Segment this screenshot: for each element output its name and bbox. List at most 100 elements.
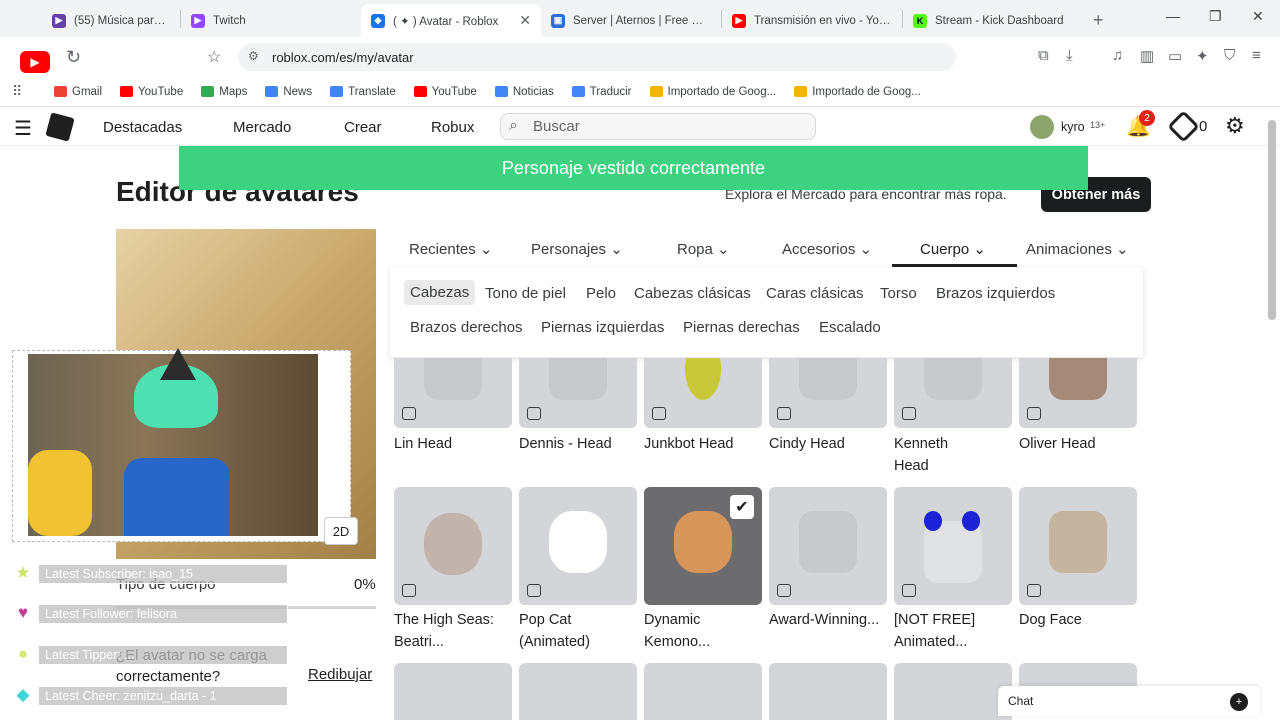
subtab-piernas-derechas[interactable]: Piernas derechas <box>683 319 800 336</box>
item-card[interactable] <box>644 663 762 720</box>
bookmark-item[interactable]: Gmail <box>54 86 102 98</box>
bookmark-item[interactable]: YouTube <box>120 86 183 98</box>
wallet-icon[interactable]: ▭ <box>1168 47 1182 65</box>
item-name[interactable]: Cindy Head <box>769 434 887 456</box>
twitch-icon: ▶ <box>52 13 66 28</box>
bookmark-icon[interactable]: ☆ <box>207 47 221 67</box>
subtab-cabezas-clasicas[interactable]: Cabezas clásicas <box>634 285 751 302</box>
subtab-brazos-izquierdos[interactable]: Brazos izquierdos <box>936 285 1055 302</box>
item-name[interactable]: [NOT FREE] Animated... <box>894 610 1012 653</box>
bookmark-item[interactable]: YouTube <box>413 86 477 98</box>
item-card[interactable] <box>1019 487 1137 605</box>
browser-tab-active[interactable]: ◆ ( ✦ ) Avatar - Roblox ✕ <box>361 4 541 37</box>
browser-tab[interactable]: ▶ Twitch <box>181 4 361 37</box>
robux-icon[interactable] <box>1167 110 1200 143</box>
vpn-icon[interactable]: ⛉ <box>1224 47 1235 64</box>
item-name[interactable]: Kenneth Head <box>894 434 974 477</box>
item-card-selected[interactable]: ✔ <box>644 487 762 605</box>
minimize-icon[interactable]: — <box>1166 8 1180 24</box>
item-name[interactable]: The High Seas: Beatri... <box>394 610 512 653</box>
bookmark-folder[interactable]: Importado de Goog... <box>649 86 776 98</box>
subtab-brazos-derechos[interactable]: Brazos derechos <box>410 319 523 336</box>
item-card[interactable] <box>1019 663 1137 686</box>
item-card[interactable] <box>769 487 887 605</box>
extensions-icon[interactable]: ⧉ <box>1038 47 1049 64</box>
bookmark-item[interactable]: Noticias <box>494 86 554 98</box>
page-scrollbar[interactable] <box>1268 120 1276 320</box>
latest-follower-label: Latest Follower: felisora <box>38 604 288 624</box>
browser-tab[interactable]: ▶ Transmisión en vivo - YouT... <box>722 4 902 37</box>
menu-icon[interactable]: ≡ <box>1252 47 1261 64</box>
avatar[interactable] <box>1030 115 1054 139</box>
apps-grid-icon[interactable]: ⠿ <box>12 83 22 100</box>
subtab-piernas-izquierdas[interactable]: Piernas izquierdas <box>541 319 664 336</box>
chat-expand-icon[interactable]: + <box>1230 693 1248 711</box>
username[interactable]: kyro <box>1061 120 1085 134</box>
chat-widget[interactable]: Chat + <box>998 686 1260 716</box>
music-icon[interactable]: ♫ <box>1112 47 1123 64</box>
subtab-escalado[interactable]: Escalado <box>819 319 881 336</box>
bookmark-item[interactable]: Maps <box>201 86 247 98</box>
item-card[interactable] <box>644 358 762 428</box>
leo-ai-icon[interactable]: ✦ <box>1196 47 1209 65</box>
item-card[interactable] <box>394 663 512 720</box>
tab-accesorios[interactable]: Accesorios ⌄ <box>782 240 872 258</box>
subcategory-panel: Cabezas Tono de piel Pelo Cabezas clásic… <box>390 267 1143 357</box>
redraw-link[interactable]: Redibujar <box>308 666 372 683</box>
bookmark-item[interactable]: Translate <box>330 86 396 98</box>
new-tab-button[interactable]: + <box>1083 4 1114 37</box>
item-name[interactable]: Dog Face <box>1019 610 1137 632</box>
tab-ropa[interactable]: Ropa ⌄ <box>677 240 730 258</box>
close-window-icon[interactable]: ✕ <box>1252 8 1264 25</box>
tab-cuerpo[interactable]: Cuerpo ⌄ <box>920 240 986 258</box>
tab-personajes[interactable]: Personajes ⌄ <box>531 240 623 258</box>
sidebar-icon[interactable]: ▥ <box>1140 47 1154 65</box>
settings-gear-icon[interactable]: ⚙ <box>1225 113 1245 139</box>
item-name[interactable]: Oliver Head <box>1019 434 1137 456</box>
item-card[interactable] <box>894 487 1012 605</box>
subtab-torso[interactable]: Torso <box>880 285 917 302</box>
item-card[interactable] <box>519 663 637 720</box>
subtab-tono-de-piel[interactable]: Tono de piel <box>485 285 566 302</box>
item-card[interactable] <box>894 358 1012 428</box>
url-bar[interactable]: ⚙ roblox.com/es/my/avatar <box>238 43 956 71</box>
site-info-icon[interactable]: ⚙ <box>248 49 259 63</box>
tab-animaciones[interactable]: Animaciones ⌄ <box>1026 240 1129 258</box>
item-name[interactable]: Dennis - Head <box>519 434 637 456</box>
browser-tab[interactable]: ▣ Server | Aternos | Free Min... <box>541 4 721 37</box>
view-2d-toggle[interactable]: 2D <box>324 517 358 545</box>
item-card[interactable] <box>769 663 887 720</box>
hamburger-menu-icon[interactable]: ☰ <box>14 116 32 141</box>
subtab-cabezas[interactable]: Cabezas <box>404 280 476 305</box>
close-icon[interactable]: ✕ <box>519 12 531 29</box>
nav-destacadas[interactable]: Destacadas <box>103 119 182 136</box>
browser-tab[interactable]: K Stream - Kick Dashboard <box>903 4 1083 37</box>
bookmark-folder[interactable]: Importado de Goog... <box>794 86 921 98</box>
item-name[interactable]: Lin Head <box>394 434 512 456</box>
item-name[interactable]: Dynamic Kemono... <box>644 610 762 653</box>
subtab-caras-clasicas[interactable]: Caras clásicas <box>766 285 864 302</box>
item-name[interactable]: Award-Winning... <box>769 610 887 632</box>
reload-icon[interactable]: ↻ <box>66 47 81 68</box>
item-name[interactable]: Junkbot Head <box>644 434 762 456</box>
bookmark-item[interactable]: Traducir <box>571 86 632 98</box>
maximize-icon[interactable]: ❐ <box>1209 8 1222 25</box>
item-card[interactable] <box>394 487 512 605</box>
nav-mercado[interactable]: Mercado <box>233 119 291 136</box>
item-card[interactable] <box>894 663 1012 720</box>
tab-recientes[interactable]: Recientes ⌄ <box>409 240 492 258</box>
nav-robux[interactable]: Robux <box>431 119 474 136</box>
roblox-logo-icon[interactable] <box>45 112 75 142</box>
download-icon[interactable]: ⤓ <box>1066 47 1073 64</box>
subtab-pelo[interactable]: Pelo <box>586 285 616 302</box>
nav-crear[interactable]: Crear <box>344 119 382 136</box>
bookmark-item[interactable]: News <box>265 86 312 98</box>
browser-tab[interactable]: ▶ (55) Música para cocina... <box>0 4 180 37</box>
item-card[interactable] <box>769 358 887 428</box>
item-name[interactable]: Pop Cat (Animated) <box>519 610 637 653</box>
item-card[interactable] <box>519 487 637 605</box>
item-card[interactable] <box>394 358 512 428</box>
search-input[interactable]: ⌕ Buscar <box>500 113 816 140</box>
item-card[interactable] <box>1019 358 1137 428</box>
item-card[interactable] <box>519 358 637 428</box>
